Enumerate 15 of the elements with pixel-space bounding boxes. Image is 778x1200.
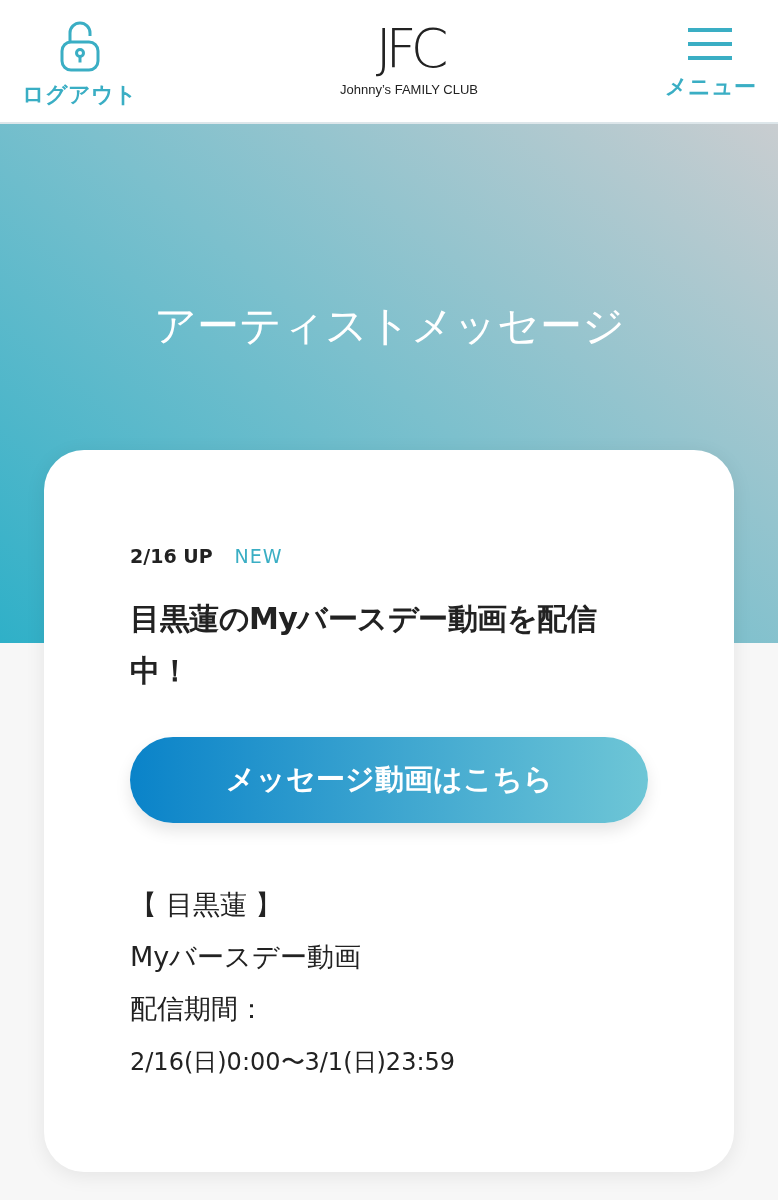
page-title: アーティストメッセージ	[153, 300, 625, 352]
message-title: 目黒蓮のMyバースデー動画を配信中！	[130, 599, 598, 690]
detail-line: 【 目黒蓮 】	[130, 887, 284, 922]
menu-icon	[688, 27, 733, 60]
detail-line: 2/16(日)0:00〜3/1(日)23:59	[130, 1046, 457, 1078]
detail-line: Myバースデー動画	[130, 939, 363, 974]
logo-mark: JFC	[375, 22, 443, 77]
detail-line: 配信期間：	[130, 991, 266, 1026]
padlock-icon	[58, 19, 101, 72]
message-video-button[interactable]: メッセージ動画はこちら	[130, 736, 648, 823]
menu-button[interactable]: メニュー	[665, 19, 756, 103]
logout-button[interactable]: ログアウト	[22, 11, 137, 111]
logo-text: Johnny’s FAMILY CLUB	[340, 81, 478, 100]
post-date: 2/16 UP	[130, 544, 213, 569]
new-label: NEW	[234, 544, 283, 569]
